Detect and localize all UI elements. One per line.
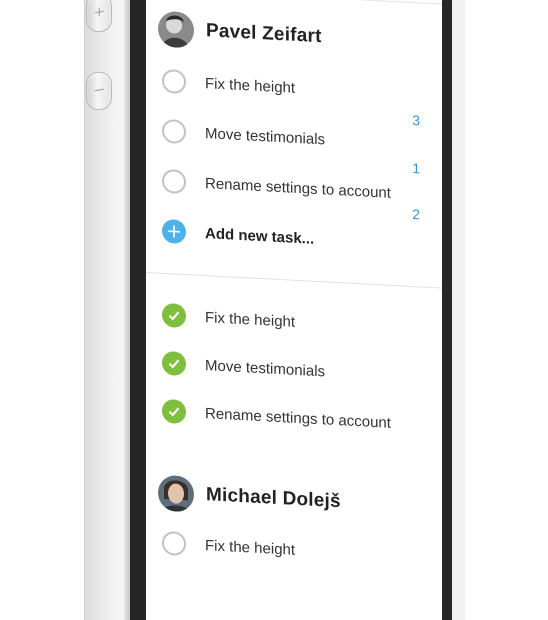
task-item[interactable]: Fix the height	[162, 67, 426, 109]
task-count-badge: 2	[412, 205, 420, 223]
avatar-photo-icon	[158, 10, 194, 49]
check-circle-icon[interactable]	[162, 350, 186, 377]
completed-task-item[interactable]: Fix the height	[162, 301, 426, 343]
task-item[interactable]: Rename settings to account	[162, 167, 426, 209]
check-circle-icon[interactable]	[162, 398, 186, 425]
avatar[interactable]	[158, 474, 194, 513]
task-count-badge: 3	[412, 111, 420, 129]
user-header[interactable]: Pavel Zeifart	[158, 10, 322, 56]
minus-icon: −	[93, 79, 105, 101]
check-circle-icon[interactable]	[162, 302, 186, 329]
task-label: Fix the height	[205, 308, 296, 331]
plus-icon: +	[93, 1, 105, 23]
task-label: Rename settings to account	[205, 174, 391, 202]
task-label: Fix the height	[205, 74, 296, 97]
divider	[146, 272, 442, 289]
user-name: Michael Dolejš	[206, 484, 341, 513]
task-item[interactable]: Move testimonials	[162, 117, 426, 159]
volume-down-button[interactable]: −	[86, 72, 112, 110]
completed-task-item[interactable]: Move testimonials	[162, 349, 426, 391]
completed-task-item[interactable]: Rename settings to account	[162, 397, 426, 439]
task-count-badge: 1	[412, 159, 420, 177]
unchecked-circle-icon[interactable]	[162, 68, 186, 95]
task-list: Pavel Zeifart Fix the height 3 Move test…	[146, 0, 442, 620]
task-label: Fix the height	[205, 536, 296, 559]
divider	[146, 0, 442, 5]
unchecked-circle-icon[interactable]	[162, 530, 186, 557]
task-label: Rename settings to account	[205, 404, 391, 432]
avatar-photo-icon	[158, 474, 194, 513]
avatar[interactable]	[158, 10, 194, 49]
task-label: Move testimonials	[205, 356, 326, 380]
user-name: Pavel Zeifart	[206, 20, 322, 48]
task-label: Move testimonials	[205, 124, 326, 148]
add-task-label: Add new task...	[205, 224, 315, 248]
unchecked-circle-icon[interactable]	[162, 168, 186, 195]
plus-circle-icon[interactable]	[162, 218, 186, 245]
app-screen: Pavel Zeifart Fix the height 3 Move test…	[146, 0, 442, 620]
task-item[interactable]: Fix the height	[162, 529, 426, 571]
unchecked-circle-icon[interactable]	[162, 118, 186, 145]
add-task-button[interactable]: Add new task...	[162, 217, 426, 259]
volume-up-button[interactable]: +	[86, 0, 112, 32]
user-header[interactable]: Michael Dolejš	[158, 474, 341, 521]
